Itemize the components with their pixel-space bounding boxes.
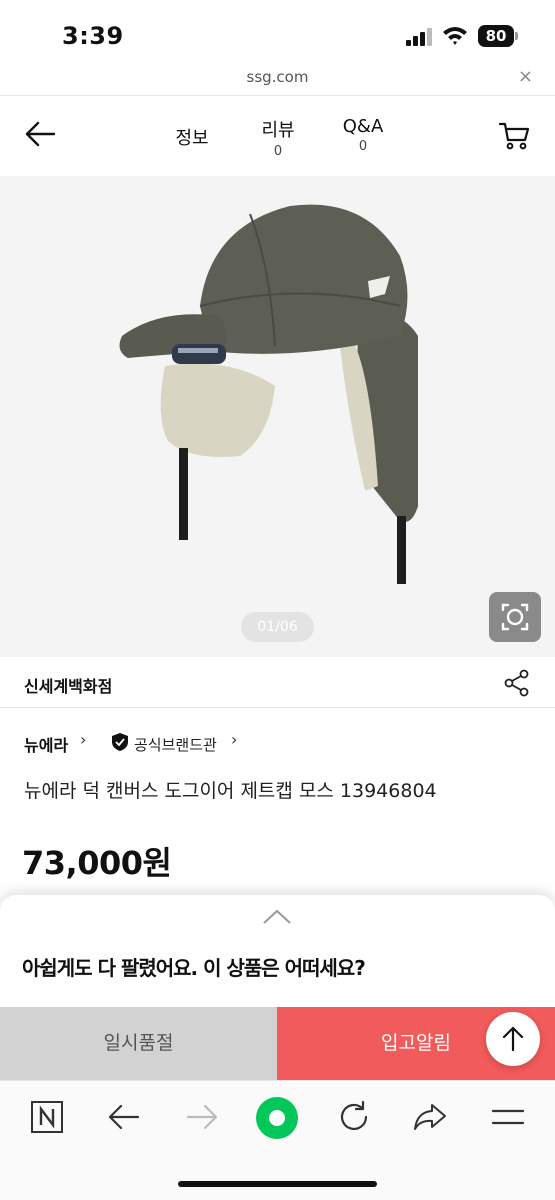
- brand-name[interactable]: 뉴에라: [24, 732, 68, 756]
- forward-arrow-icon[interactable]: [184, 1099, 220, 1135]
- battery-level: 80: [478, 25, 514, 47]
- home-indicator: [178, 1181, 377, 1187]
- product-gallery[interactable]: 01/06: [0, 176, 555, 657]
- seller-row: 신세계백화점: [0, 657, 555, 708]
- gallery-page-indicator: 01/06: [241, 612, 314, 642]
- url-bar[interactable]: ssg.com ×: [0, 64, 555, 96]
- cart-icon[interactable]: [498, 121, 530, 151]
- status-bar: 3:39 80: [0, 0, 555, 64]
- official-brand-store-link[interactable]: 공식브랜드관: [134, 734, 217, 755]
- tab-review-count: 0: [273, 144, 283, 159]
- product-image[interactable]: [100, 186, 440, 606]
- scroll-top-button[interactable]: [486, 1012, 540, 1066]
- chevron-up-icon[interactable]: [262, 909, 292, 925]
- soldout-button[interactable]: 일시품절: [0, 1007, 277, 1080]
- tab-qna-count: 0: [358, 139, 368, 154]
- lens-icon: [501, 603, 529, 631]
- lens-search-button[interactable]: [489, 592, 541, 642]
- back-arrow-icon[interactable]: [106, 1099, 142, 1135]
- signal-icon: [406, 28, 434, 46]
- tab-info-label: 정보: [175, 128, 209, 149]
- refresh-icon[interactable]: [336, 1099, 372, 1135]
- action-bar: 일시품절 입고알림: [0, 1007, 555, 1080]
- back-arrow-icon[interactable]: [24, 120, 56, 148]
- close-icon[interactable]: ×: [518, 66, 533, 87]
- green-dot-icon[interactable]: [256, 1097, 298, 1139]
- status-time: 3:39: [62, 22, 124, 50]
- tab-qna[interactable]: Q&A 0: [336, 116, 390, 154]
- tab-qna-label: Q&A: [342, 116, 384, 137]
- soldout-message: 아쉽게도 다 팔렸어요. 이 상품은 어떠세요?: [22, 956, 366, 980]
- naver-n-icon[interactable]: [30, 1099, 66, 1135]
- url-domain[interactable]: ssg.com: [0, 68, 555, 86]
- product-price: 73,000원: [22, 844, 172, 882]
- tab-review-label: 리뷰: [261, 120, 295, 141]
- menu-icon[interactable]: [490, 1099, 526, 1135]
- chevron-right-icon[interactable]: ›: [231, 730, 237, 749]
- brand-row: 뉴에라 › 공식브랜드관 ›: [0, 730, 555, 758]
- chevron-right-icon[interactable]: ›: [80, 730, 86, 749]
- product-nav-header: 정보 리뷰 0 Q&A 0: [0, 96, 555, 176]
- shield-check-icon: [112, 733, 128, 751]
- browser-toolbar: [0, 1080, 555, 1200]
- seller-name[interactable]: 신세계백화점: [24, 673, 112, 697]
- soldout-sheet: 아쉽게도 다 팔렸어요. 이 상품은 어떠세요?: [0, 895, 555, 1007]
- product-title: 뉴에라 덕 캔버스 도그이어 제트캡 모스 13946804: [24, 780, 437, 802]
- tab-info[interactable]: 정보: [172, 124, 212, 150]
- battery-icon: 80: [478, 25, 518, 47]
- arrow-up-icon: [502, 1026, 524, 1052]
- wifi-icon: [443, 27, 467, 45]
- tab-review[interactable]: 리뷰 0: [253, 116, 303, 159]
- share-icon[interactable]: [504, 669, 530, 697]
- share-forward-icon[interactable]: [412, 1099, 448, 1135]
